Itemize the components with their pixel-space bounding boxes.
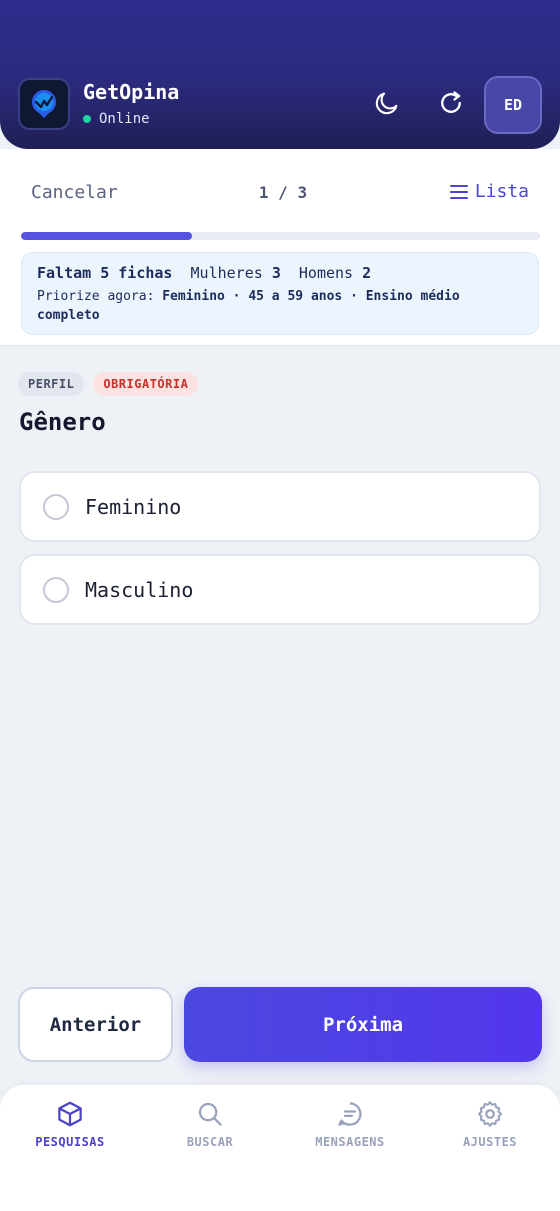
connection-status: Online (83, 111, 150, 127)
gear-icon (478, 1101, 502, 1127)
search-icon (198, 1102, 222, 1126)
bottom-nav: PESQUISAS BUSCAR MENSAGENS AJUSTES (0, 1085, 560, 1211)
priority-label: Priorize agora: (37, 289, 155, 304)
previous-button[interactable]: Anterior (18, 987, 173, 1062)
nav-label: PESQUISAS (35, 1135, 105, 1149)
refresh-icon[interactable] (434, 86, 468, 120)
nav-label: AJUSTES (462, 1135, 518, 1149)
moon-icon[interactable] (370, 86, 404, 120)
quota-remaining: Faltam 5 fichas (37, 264, 173, 282)
app-logo-icon (18, 78, 70, 130)
nav-label: MENSAGENS (315, 1135, 385, 1149)
option-feminino[interactable]: Feminino (19, 471, 541, 542)
nav-item-buscar[interactable]: BUSCAR (140, 1099, 280, 1149)
option-masculino[interactable]: Masculino (19, 554, 541, 625)
men-label: Homens (298, 264, 354, 282)
list-button[interactable]: Lista (449, 181, 529, 202)
online-dot-icon (83, 115, 91, 123)
radio-button[interactable] (43, 493, 69, 520)
question-tags: PERFIL OBRIGATÓRIA (18, 372, 199, 396)
option-label: Feminino (85, 494, 182, 519)
women-label: Mulheres (190, 264, 263, 282)
progress-fill (21, 232, 193, 240)
progress-bar (21, 232, 540, 240)
app-header: GetOpina Online ED (0, 0, 560, 149)
chat-icon (338, 1102, 362, 1126)
radio-button[interactable] (43, 576, 69, 603)
list-label: Lista (474, 181, 529, 202)
nav-item-ajustes[interactable]: AJUSTES (420, 1099, 560, 1149)
women-count: 3 (271, 264, 281, 282)
user-avatar[interactable]: ED (484, 76, 542, 134)
box-icon (58, 1101, 82, 1127)
menu-icon (449, 184, 468, 199)
tag-required: OBRIGATÓRIA (93, 372, 199, 396)
next-button[interactable]: Próxima (184, 987, 542, 1062)
men-count: 2 (362, 264, 372, 282)
nav-item-pesquisas[interactable]: PESQUISAS (0, 1099, 140, 1149)
nav-label: BUSCAR (186, 1135, 234, 1149)
app-title: GetOpina (83, 80, 180, 104)
quota-box: Faltam 5 fichas Mulheres 3 Homens 2 Prio… (21, 252, 539, 335)
question-title: Gênero (19, 408, 106, 436)
nav-item-mensagens[interactable]: MENSAGENS (280, 1099, 420, 1149)
status-text: Online (99, 111, 150, 127)
option-label: Masculino (85, 577, 194, 602)
tag-profile: PERFIL (18, 372, 85, 396)
